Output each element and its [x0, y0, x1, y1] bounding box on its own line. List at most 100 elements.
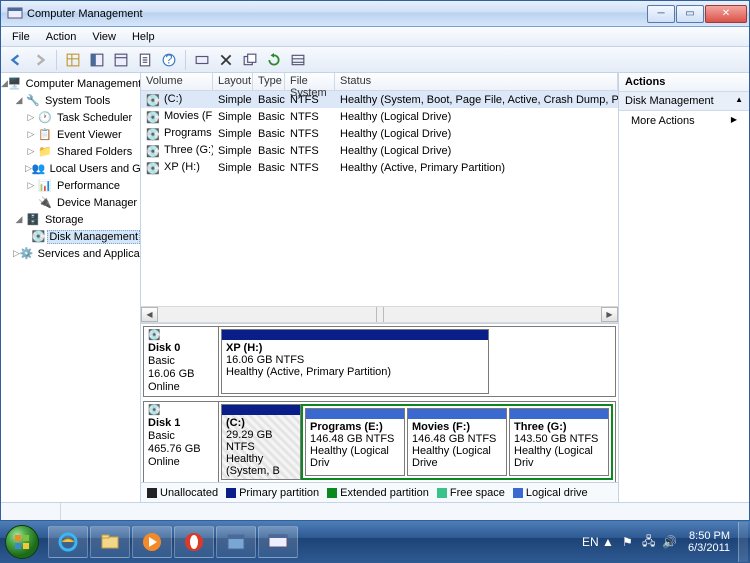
- menu-help[interactable]: Help: [125, 29, 162, 45]
- task-wmp[interactable]: [132, 526, 172, 558]
- legend-free: Free space: [450, 487, 505, 499]
- volume-row[interactable]: 💽Movies (F:)SimpleBasicNTFSHealthy (Logi…: [141, 108, 618, 125]
- menu-view[interactable]: View: [85, 29, 123, 45]
- part-name: (C:): [226, 417, 296, 429]
- delete-icon[interactable]: [215, 49, 237, 71]
- tray-chevron-icon[interactable]: ▲: [602, 535, 618, 549]
- volume-list[interactable]: Volume Layout Type File System Status 💽(…: [141, 73, 618, 324]
- toolbar-icon[interactable]: [110, 49, 132, 71]
- part-status: Healthy (Active, Primary Partition): [226, 366, 484, 378]
- partition-programs-e[interactable]: Programs (E:) 146.48 GB NTFS Healthy (Lo…: [305, 408, 405, 476]
- partition-c[interactable]: (C:) 29.29 GB NTFS Healthy (System, B: [221, 404, 301, 480]
- partition-three-g[interactable]: Three (G:) 143.50 GB NTFS Healthy (Logic…: [509, 408, 609, 476]
- tree-task-scheduler[interactable]: Task Scheduler: [55, 112, 134, 124]
- maximize-button[interactable]: ▭: [676, 5, 704, 23]
- tree-disk-management[interactable]: Disk Management: [47, 230, 140, 244]
- menu-file[interactable]: File: [5, 29, 37, 45]
- toolbar-icon[interactable]: [287, 49, 309, 71]
- task-app[interactable]: [216, 526, 256, 558]
- disk-1-row[interactable]: 💽 Disk 1 Basic 465.76 GB Online (C:) 29.…: [143, 401, 616, 482]
- toolbar-icon[interactable]: [239, 49, 261, 71]
- legend-extended: Extended partition: [340, 487, 429, 499]
- system-tray[interactable]: EN ▲ ⚑ 🖧 🔊 8:50 PM 6/3/2011: [580, 521, 750, 563]
- disk-icon: 💽: [148, 330, 214, 341]
- tray-network-icon[interactable]: 🖧: [642, 532, 658, 553]
- start-button[interactable]: [0, 521, 44, 563]
- disk-0-row[interactable]: 💽 Disk 0 Basic 16.06 GB Online XP (H:) 1…: [143, 326, 616, 397]
- disk-graphical-view[interactable]: 💽 Disk 0 Basic 16.06 GB Online XP (H:) 1…: [141, 324, 618, 482]
- tree-event-viewer[interactable]: Event Viewer: [55, 129, 124, 141]
- extended-partition[interactable]: Programs (E:) 146.48 GB NTFS Healthy (Lo…: [301, 404, 613, 480]
- tree-storage[interactable]: Storage: [43, 214, 86, 226]
- users-icon: 👥: [32, 161, 46, 177]
- toolbar-icon[interactable]: [86, 49, 108, 71]
- volume-row[interactable]: 💽(C:)SimpleBasicNTFSHealthy (System, Boo…: [141, 91, 618, 108]
- actions-section[interactable]: Disk Management▲: [619, 92, 749, 111]
- forward-button[interactable]: [29, 49, 51, 71]
- partition-movies-f[interactable]: Movies (F:) 146.48 GB NTFS Healthy (Logi…: [407, 408, 507, 476]
- part-size: 143.50 GB NTFS: [514, 433, 604, 445]
- tray-clock[interactable]: 8:50 PM 6/3/2011: [680, 530, 738, 554]
- actions-more[interactable]: More Actions▶: [619, 111, 749, 131]
- tree-device-manager[interactable]: Device Manager: [55, 197, 139, 209]
- horizontal-scrollbar[interactable]: ◀ ▶: [141, 306, 618, 323]
- disk-0-header[interactable]: 💽 Disk 0 Basic 16.06 GB Online: [144, 327, 219, 396]
- center-pane: Volume Layout Type File System Status 💽(…: [141, 73, 619, 502]
- volume-row[interactable]: 💽Three (G:)SimpleBasicNTFSHealthy (Logic…: [141, 142, 618, 159]
- tree-performance[interactable]: Performance: [55, 180, 122, 192]
- tree-local-users[interactable]: Local Users and Groups: [48, 163, 141, 175]
- navigation-tree[interactable]: ◢🖥️Computer Management (Local ◢🔧System T…: [1, 73, 141, 502]
- services-icon: ⚙️: [20, 246, 34, 262]
- volume-row[interactable]: 💽XP (H:)SimpleBasicNTFSHealthy (Active, …: [141, 159, 618, 176]
- show-desktop-button[interactable]: [738, 522, 748, 562]
- partition-xp-h[interactable]: XP (H:) 16.06 GB NTFS Healthy (Active, P…: [221, 329, 489, 394]
- tree-shared-folders[interactable]: Shared Folders: [55, 146, 134, 158]
- scroll-right-button[interactable]: ▶: [601, 307, 618, 322]
- tray-flag-icon[interactable]: ⚑: [622, 535, 638, 549]
- close-button[interactable]: ✕: [705, 5, 747, 23]
- toolbar: ?: [1, 47, 749, 73]
- tree-services[interactable]: Services and Applications: [36, 248, 141, 260]
- disk-title: Disk 1: [148, 417, 214, 429]
- properties-button[interactable]: [134, 49, 156, 71]
- disk-1-header[interactable]: 💽 Disk 1 Basic 465.76 GB Online: [144, 402, 219, 482]
- part-size: 16.06 GB NTFS: [226, 354, 484, 366]
- refresh-icon[interactable]: [263, 49, 285, 71]
- toolbar-icon[interactable]: [191, 49, 213, 71]
- tools-icon: 🔧: [25, 93, 41, 109]
- legend-primary: Primary partition: [239, 487, 319, 499]
- menu-bar: File Action View Help: [1, 27, 749, 47]
- part-size: 146.48 GB NTFS: [310, 433, 400, 445]
- disk-icon: 💽: [148, 405, 214, 416]
- tray-volume-icon[interactable]: 🔊: [662, 535, 678, 549]
- disk-status: Online: [148, 456, 214, 468]
- toolbar-icon[interactable]: [62, 49, 84, 71]
- task-explorer[interactable]: [90, 526, 130, 558]
- task-opera[interactable]: [174, 526, 214, 558]
- legend-unallocated: Unallocated: [160, 487, 218, 499]
- scroll-left-button[interactable]: ◀: [141, 307, 158, 322]
- part-name: Programs (E:): [310, 421, 400, 433]
- title-bar[interactable]: Computer Management ─ ▭ ✕: [1, 1, 749, 27]
- taskbar[interactable]: EN ▲ ⚑ 🖧 🔊 8:50 PM 6/3/2011: [0, 521, 750, 563]
- col-type[interactable]: Type: [253, 73, 285, 90]
- col-filesystem[interactable]: File System: [285, 73, 335, 90]
- tree-system-tools[interactable]: System Tools: [43, 95, 112, 107]
- part-name: Movies (F:): [412, 421, 502, 433]
- col-status[interactable]: Status: [335, 73, 618, 90]
- volume-row[interactable]: 💽Programs (E:)SimpleBasicNTFSHealthy (Lo…: [141, 125, 618, 142]
- task-compmgmt[interactable]: [258, 526, 298, 558]
- tree-root[interactable]: Computer Management (Local: [24, 78, 141, 90]
- col-volume[interactable]: Volume: [141, 73, 213, 90]
- minimize-button[interactable]: ─: [647, 5, 675, 23]
- window: Computer Management ─ ▭ ✕ File Action Vi…: [0, 0, 750, 521]
- help-button[interactable]: ?: [158, 49, 180, 71]
- tray-lang[interactable]: EN: [582, 535, 598, 549]
- task-ie[interactable]: [48, 526, 88, 558]
- back-button[interactable]: [5, 49, 27, 71]
- svg-text:?: ?: [165, 53, 172, 67]
- disk-size: 465.76 GB: [148, 443, 214, 455]
- col-layout[interactable]: Layout: [213, 73, 253, 90]
- legend: Unallocated Primary partition Extended p…: [141, 482, 618, 502]
- menu-action[interactable]: Action: [39, 29, 84, 45]
